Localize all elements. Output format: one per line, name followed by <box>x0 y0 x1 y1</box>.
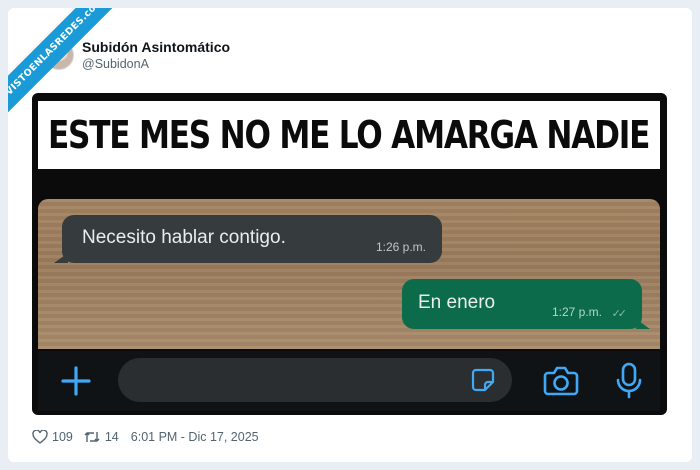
microphone-icon <box>616 362 642 399</box>
banner-text: ESTE MES NO ME LO AMARGA NADIE <box>48 113 650 157</box>
tweet-image[interactable]: ESTE MES NO ME LO AMARGA NADIE Necesito … <box>32 93 667 415</box>
meme-banner: ESTE MES NO ME LO AMARGA NADIE <box>38 101 660 169</box>
tweet-timestamp[interactable]: 6:01 PM - Dic 17, 2025 <box>131 430 259 444</box>
repost-count: 14 <box>104 430 119 444</box>
watermark-text: VISTOENLASREDES.com <box>8 8 125 117</box>
tweet-footer: 109 14 6:01 PM - Dic 17, 2025 <box>32 428 259 446</box>
outgoing-message-time: 1:27 p.m. <box>551 305 602 319</box>
chat-screenshot: Necesito hablar contigo. 1:26 p.m. En en… <box>38 199 660 349</box>
camera-icon <box>543 366 579 396</box>
like-count: 109 <box>52 430 73 444</box>
heart-icon <box>32 430 48 444</box>
repost-icon <box>84 432 100 442</box>
incoming-message-time: 1:26 p.m. <box>375 240 426 254</box>
message-input <box>118 358 512 402</box>
outgoing-message-text: En enero <box>418 292 496 313</box>
repost-stat[interactable]: 14 <box>83 430 119 444</box>
chat-input-bar <box>38 351 660 411</box>
incoming-message-text: Necesito hablar contigo. <box>82 227 286 248</box>
sticker-icon <box>471 368 495 392</box>
plus-icon <box>61 366 91 396</box>
watermark-ribbon: VISTOENLASREDES.com <box>8 8 128 128</box>
like-stat[interactable]: 109 <box>32 430 73 444</box>
incoming-message: Necesito hablar contigo. 1:26 p.m. <box>54 215 442 263</box>
read-receipt-icon: ✓✓ <box>611 308 628 320</box>
outgoing-message: En enero 1:27 p.m. ✓✓ <box>402 279 650 329</box>
